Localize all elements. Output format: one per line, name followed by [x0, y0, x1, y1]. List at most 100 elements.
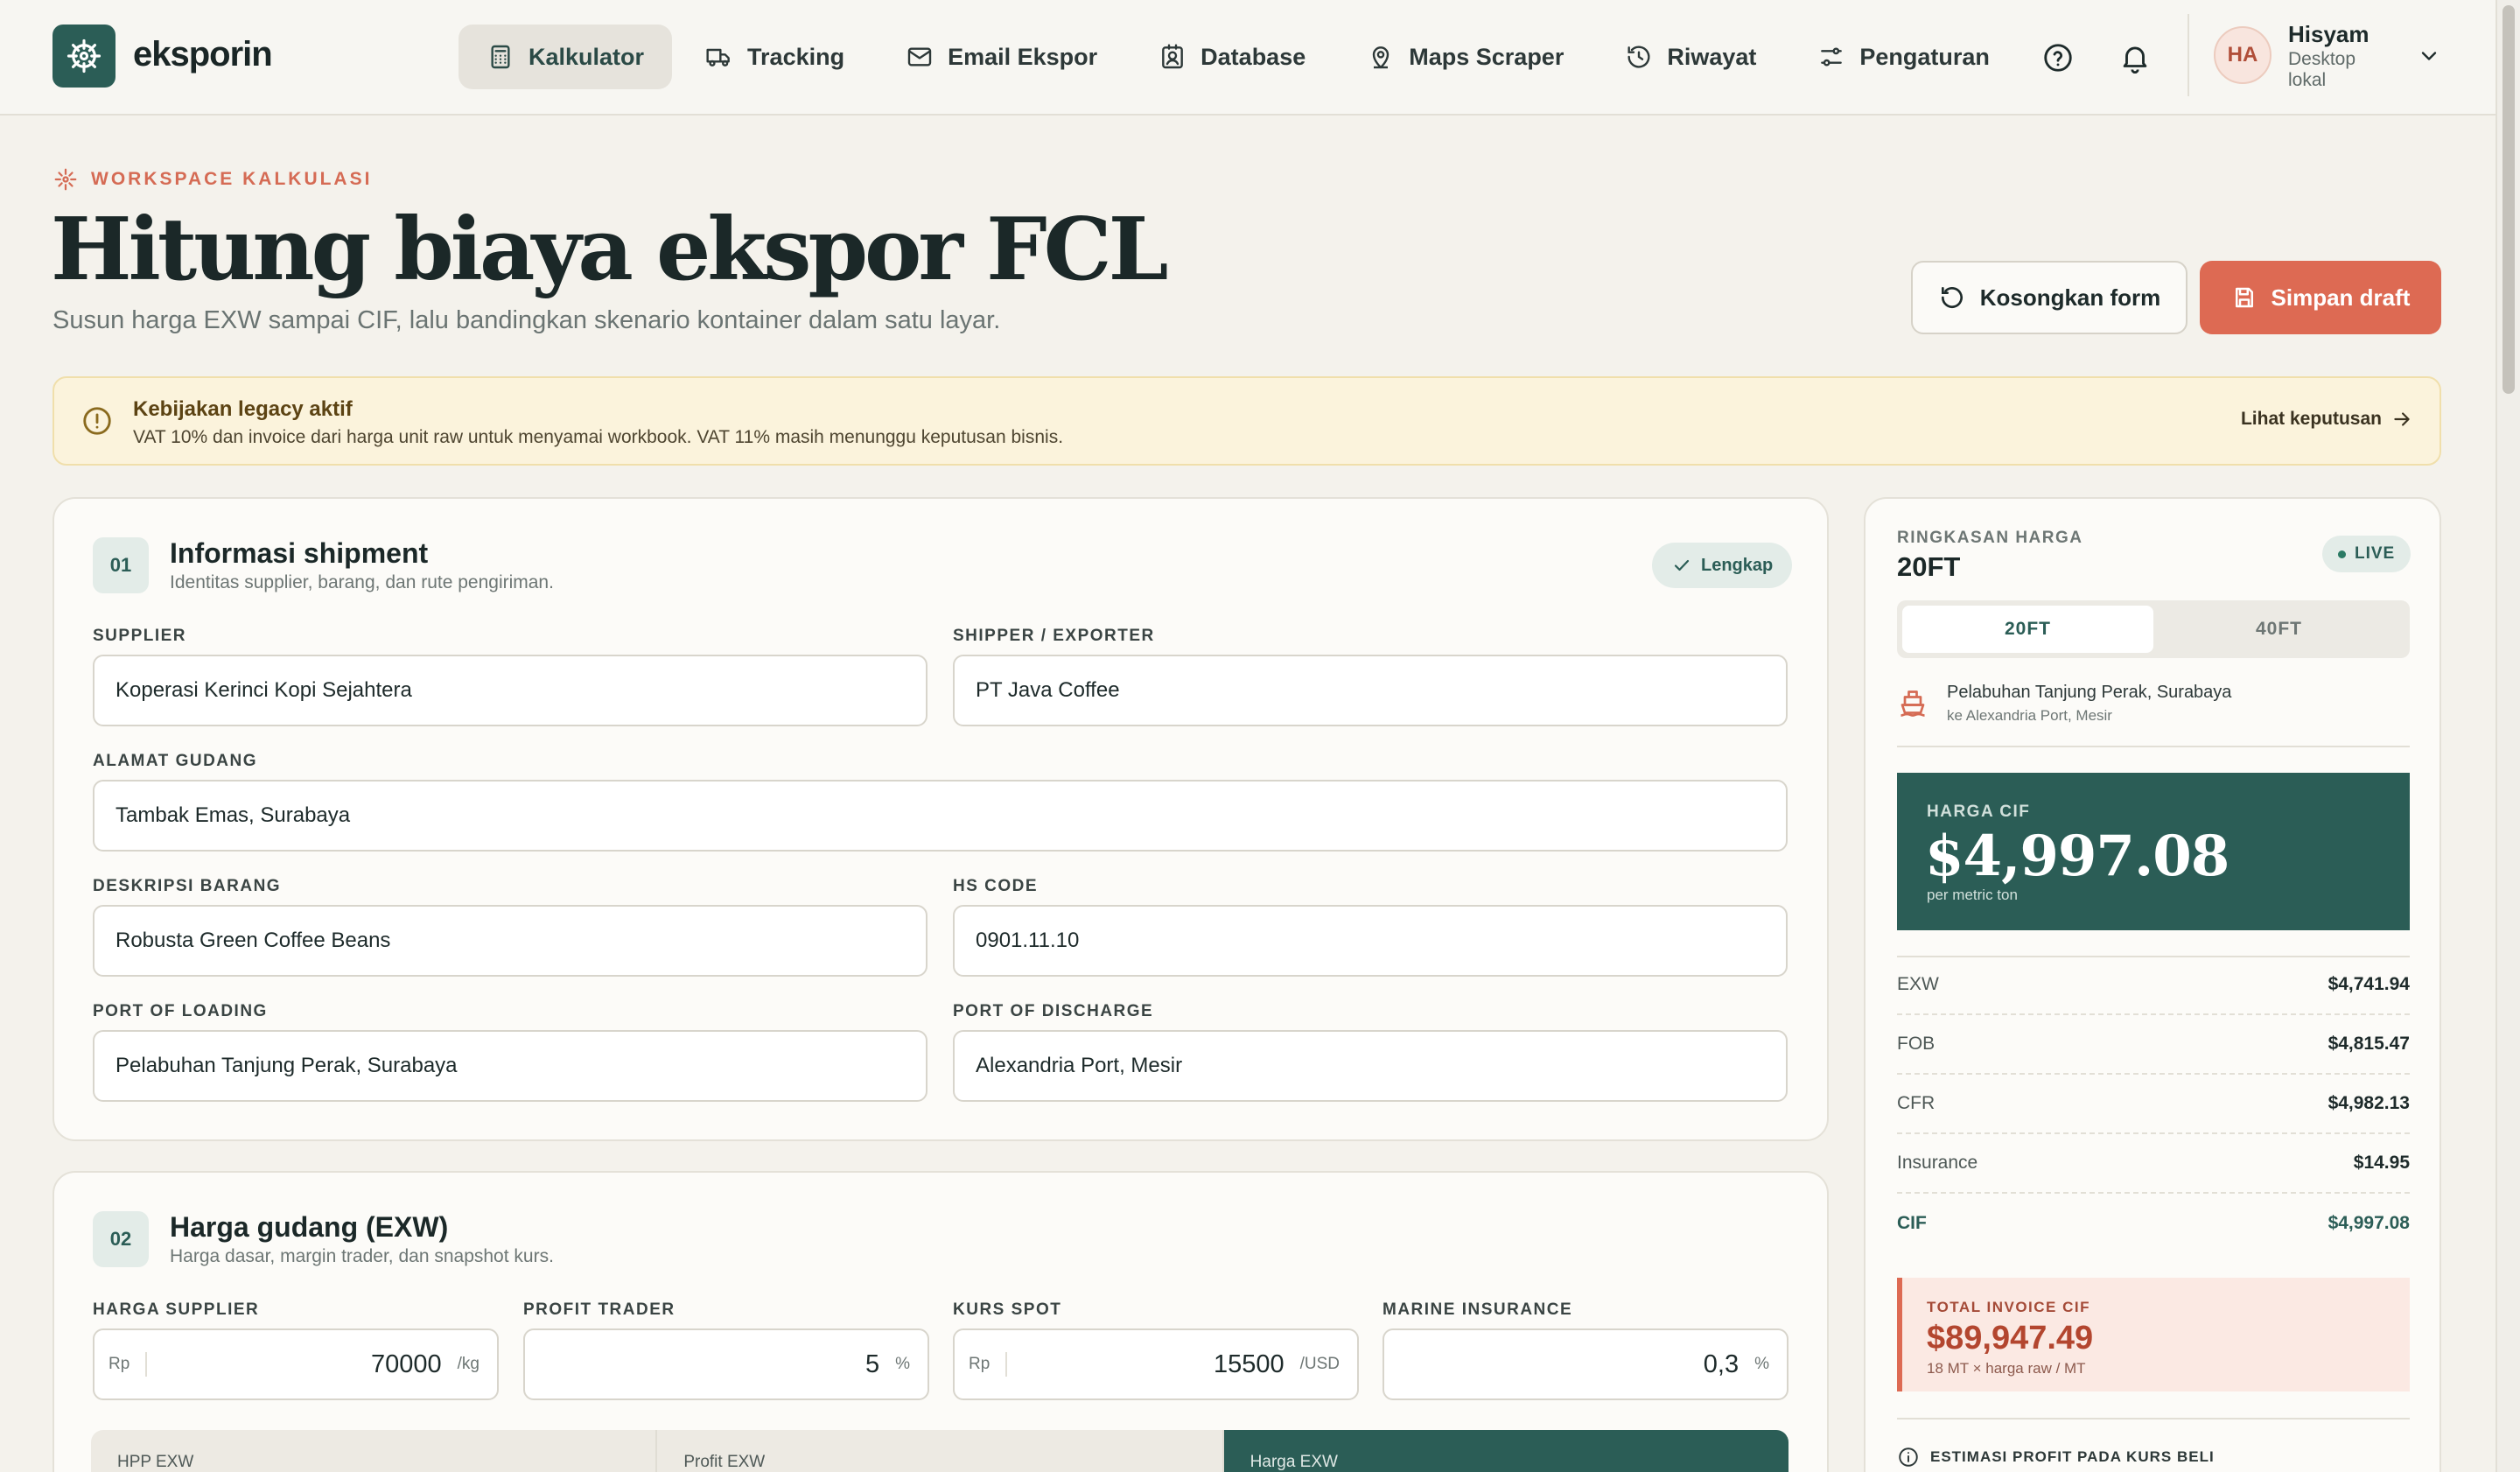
page-title: Hitung biaya ekspor FCL: [51, 200, 1169, 300]
nav-item-pengaturan[interactable]: Pengaturan: [1789, 25, 2018, 89]
nav-label: Email Ekspor: [948, 43, 1098, 70]
marine-insurance-input[interactable]: 0,3 %: [1382, 1328, 1788, 1400]
divider: [1897, 1418, 2410, 1419]
nav-label: Tracking: [747, 43, 845, 70]
nav-item-email-ekspor[interactable]: Email Ekspor: [878, 25, 1125, 89]
user-name[interactable]: Hisyam: [2288, 21, 2370, 48]
status-label: Lengkap: [1701, 555, 1774, 575]
eyebrow-label: WORKSPACE KALKULASI: [91, 169, 373, 189]
unit-suffix: /kg: [457, 1355, 480, 1373]
invoice-label: TOTAL INVOICE CIF: [1927, 1299, 2091, 1315]
page-scrollbar[interactable]: [2496, 0, 2520, 1472]
scrollbar-thumb[interactable]: [2502, 5, 2515, 394]
ship-icon: [1900, 690, 1925, 717]
price-row-value: $4,815.47: [2328, 1034, 2410, 1054]
app-name: eksporin: [133, 35, 273, 74]
nav-item-maps-scraper[interactable]: Maps Scraper: [1339, 25, 1592, 89]
supplier-input[interactable]: Koperasi Kerinci Kopi Sejahtera: [93, 655, 928, 726]
logo-mark[interactable]: [52, 25, 116, 88]
profit-trader-input[interactable]: 5 %: [523, 1328, 929, 1400]
nav-item-kalkulator[interactable]: Kalkulator: [458, 25, 673, 89]
alert-title: Kebijakan legacy aktif: [133, 397, 353, 421]
marine-insurance-value: 0,3: [1703, 1349, 1740, 1378]
policy-alert: Kebijakan legacy aktif VAT 10% dan invoi…: [52, 376, 2441, 466]
nav-item-riwayat[interactable]: Riwayat: [1597, 25, 1784, 89]
route-origin: Pelabuhan Tanjung Perak, Surabaya: [1947, 683, 2232, 702]
hs-code-input[interactable]: 0901.11.10: [953, 905, 1788, 977]
hpp-exw-cell: HPP EXW: [91, 1430, 658, 1472]
notifications-button[interactable]: [2116, 39, 2154, 77]
info-icon: [1899, 1447, 1918, 1467]
nav-label: Kalkulator: [528, 43, 645, 70]
step-badge: 02: [93, 1211, 149, 1267]
contact-icon: [1162, 44, 1184, 69]
divider: [2188, 14, 2189, 96]
card-description: Identitas supplier, barang, dan rute pen…: [170, 572, 554, 592]
warehouse-input[interactable]: Tambak Emas, Surabaya: [93, 780, 1788, 852]
pol-input[interactable]: Pelabuhan Tanjung Perak, Surabaya: [93, 1030, 928, 1102]
exw-breakdown-strip: HPP EXW Profit EXW Harga EXW: [91, 1430, 1788, 1472]
harga-exw-cell: Harga EXW: [1223, 1430, 1788, 1472]
calculator-icon: [491, 45, 510, 69]
price-row-cfr: CFR $4,982.13: [1897, 1075, 2410, 1134]
arrow-right-icon: [2394, 412, 2410, 426]
goods-label: DESKRIPSI BARANG: [93, 877, 282, 895]
page-eyebrow: WORKSPACE KALKULASI: [52, 166, 372, 193]
currency-prefix: Rp: [94, 1352, 147, 1377]
nav-label: Database: [1200, 43, 1306, 70]
view-decision-link[interactable]: Lihat keputusan: [2241, 408, 2413, 431]
fx-spot-input[interactable]: Rp 15500 /USD: [953, 1328, 1359, 1400]
invoice-value: $89,947.49: [1927, 1320, 2094, 1356]
shipper-input[interactable]: PT Java Coffee: [953, 655, 1788, 726]
help-button[interactable]: [2039, 39, 2077, 77]
tab-20ft[interactable]: 20FT: [1902, 606, 2153, 653]
price-row-exw: EXW $4,741.94: [1897, 956, 2410, 1015]
profit-trader-value: 5: [864, 1349, 880, 1378]
user-subtitle: Desktop lokal: [2288, 49, 2356, 90]
alert-text: VAT 10% dan invoice dari harga unit raw …: [133, 427, 1064, 447]
exw-card: 02 Harga gudang (EXW) Harga dasar, margi…: [52, 1171, 1829, 1472]
route-destination: ke Alexandria Port, Mesir: [1947, 707, 2112, 724]
card-title: Informasi shipment: [170, 537, 429, 569]
shipper-label: SHIPPER / EXPORTER: [953, 627, 1155, 645]
container-toggle: 20FT 40FT: [1897, 600, 2410, 658]
price-row-value: $4,982.13: [2328, 1093, 2410, 1113]
card-title: Harga gudang (EXW): [170, 1211, 449, 1243]
price-row-insurance: Insurance $14.95: [1897, 1134, 2410, 1194]
pod-label: PORT OF DISCHARGE: [953, 1002, 1154, 1020]
nav-item-database[interactable]: Database: [1130, 25, 1334, 89]
total-invoice-box: TOTAL INVOICE CIF $89,947.49 18 MT × har…: [1897, 1278, 2410, 1391]
invoice-formula: 18 MT × harga raw / MT: [1927, 1360, 2086, 1377]
nav-item-tracking[interactable]: Tracking: [677, 25, 872, 89]
chevron-down-icon[interactable]: [2417, 44, 2441, 68]
save-draft-button[interactable]: Simpan draft: [2200, 261, 2441, 334]
reset-form-button[interactable]: Kosongkan form: [1911, 261, 2188, 334]
marine-insurance-label: MARINE INSURANCE: [1382, 1300, 1573, 1319]
profit-estimate-label: ESTIMASI PROFIT PADA KURS BELI: [1930, 1448, 2215, 1465]
summary-label: RINGKASAN HARGA: [1897, 529, 2083, 547]
reset-form-label: Kosongkan form: [1979, 284, 2161, 311]
price-row-value: $4,997.08: [2328, 1213, 2410, 1233]
price-row-label: Insurance: [1897, 1153, 1978, 1173]
alert-circle-icon: [83, 407, 111, 435]
nav-label: Riwayat: [1667, 43, 1757, 70]
mail-icon: [907, 47, 932, 67]
supplier-price-input[interactable]: Rp 70000 /kg: [93, 1328, 499, 1400]
avatar[interactable]: HA: [2214, 26, 2272, 84]
live-dot: [2338, 550, 2346, 558]
pod-input[interactable]: Alexandria Port, Mesir: [953, 1030, 1788, 1102]
goods-input[interactable]: Robusta Green Coffee Beans: [93, 905, 928, 977]
bell-icon: [2123, 46, 2147, 74]
price-row-value: $4,741.94: [2328, 974, 2410, 994]
fx-spot-value: 15500: [1213, 1349, 1284, 1378]
top-navigation-bar: eksporin Kalkulator Tracking Email Ekspo…: [0, 0, 2496, 116]
supplier-price-label: HARGA SUPPLIER: [93, 1300, 260, 1319]
ship-wheel-icon: [66, 39, 102, 74]
cif-value: $4,997.08: [1925, 824, 2230, 889]
rotate-ccw-icon: [1941, 287, 1963, 308]
divider: [1897, 746, 2410, 747]
percent-suffix: %: [1754, 1355, 1769, 1373]
main-nav: Kalkulator Tracking Email Ekspor Databas…: [458, 25, 2018, 89]
supplier-price-value: 70000: [370, 1349, 442, 1378]
tab-40ft[interactable]: 40FT: [2153, 606, 2404, 653]
